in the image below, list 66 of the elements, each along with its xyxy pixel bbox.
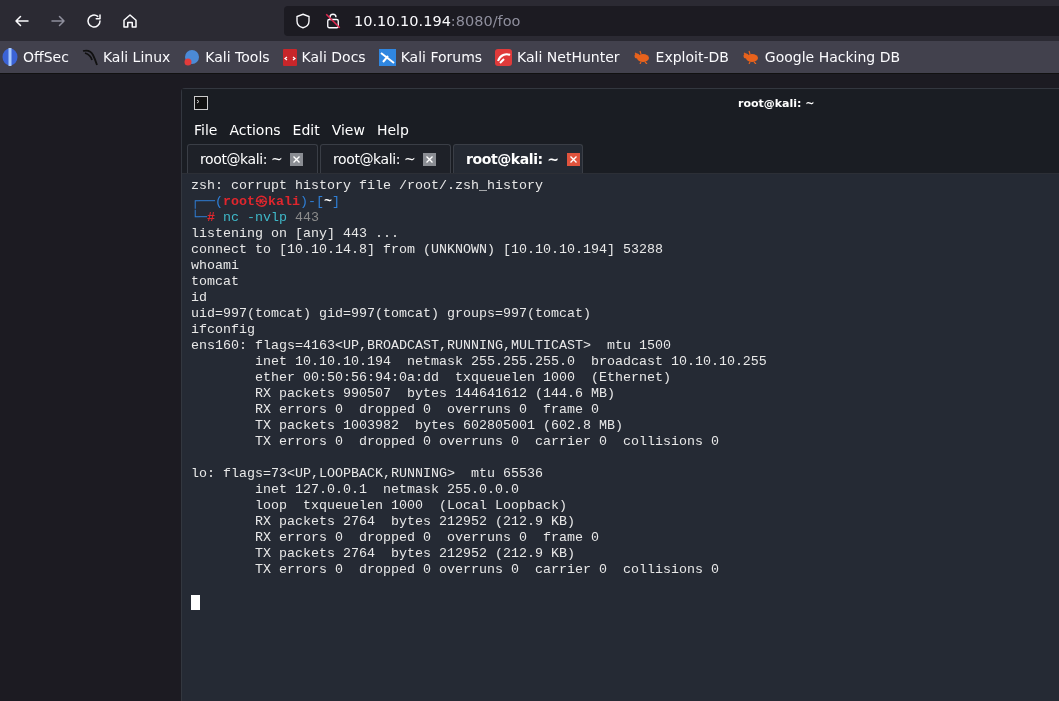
menu-item[interactable]: File [188, 122, 224, 138]
terminal-line: tomcat [191, 274, 240, 290]
close-icon [568, 154, 578, 164]
terminal-line: uid=997(tomcat) gid=997(tomcat) groups=997(tomcat) [191, 306, 592, 322]
terminal-line: ens160: flags=4163<UP,BROADCAST,RUNNING,MULTICAST> mtu 1500 [191, 338, 672, 354]
terminal-icon [194, 96, 208, 110]
bookmark-link[interactable]: Kali NetHunter [495, 48, 620, 66]
terminal-line: inet 127.0.0.1 netmask 255.0.0.0 [254, 482, 520, 498]
url-text: 10.10.10.194:8080/foo [354, 12, 521, 29]
terminal-tab[interactable]: root@kali: ~ [320, 144, 451, 173]
dragon-logo-icon [81, 48, 98, 66]
terminal-line: lo: flags=73<UP,LOOPBACK,RUNNING> mtu 65536 [191, 466, 544, 482]
terminal-line: RX errors 0 dropped 0 overruns 0 frame 0 [254, 402, 600, 418]
terminal-line: ifconfig [191, 322, 256, 338]
terminal-line: connect to [10.10.14.8] from (UNKNOWN) [10.10.10.194] 53288 [191, 242, 664, 258]
terminal-line: TX packets 2764 bytes 212952 (212.9 KB) [254, 546, 576, 562]
address-bar[interactable]: 10.10.10.194:8080/foo [284, 5, 1059, 36]
terminal-line: id [191, 290, 208, 306]
text-cursor [191, 595, 200, 610]
forums-logo-icon [378, 48, 396, 66]
terminal-line: TX packets 1003982 bytes 602805001 (602.8 MB) [254, 418, 624, 434]
terminal-line: loop txqueuelen 1000 (Local Loopback) [254, 498, 568, 514]
terminal-line: whoami [191, 258, 240, 274]
bookmark-link[interactable]: Kali Linux [81, 48, 171, 66]
nethunter-logo-icon [495, 48, 513, 66]
menu-item[interactable]: Actions [223, 122, 287, 138]
prompt-line: ┌──(root㉿kali)-[~] [191, 194, 341, 210]
tab-label: root@kali: ~ [466, 151, 559, 167]
terminal-line: inet 10.10.10.194 netmask 255.255.255.0 broadcast 10.10.10.255 [254, 354, 768, 370]
bug-icon [632, 50, 651, 64]
bookmark-link[interactable]: Exploit-DB [632, 49, 729, 65]
close-icon [425, 154, 435, 164]
offsec-logo-icon [2, 48, 18, 66]
home-icon [121, 11, 139, 30]
terminal-line: ether 00:50:56:94:0a:dd txqueuelen 1000 (Ethernet) [254, 370, 672, 386]
bookmark-link[interactable]: Kali Forums [378, 48, 483, 66]
menu-item[interactable]: Edit [286, 122, 326, 138]
terminal-tab[interactable]: root@kali: ~ [453, 144, 583, 173]
insecure-lock-icon [324, 11, 342, 30]
terminal-line: RX packets 2764 bytes 212952 (212.9 KB) [254, 514, 576, 530]
bookmark-link[interactable]: Kali Docs [282, 48, 366, 66]
terminal-line: TX errors 0 dropped 0 overruns 0 carrier 0 collisions 0 [254, 434, 720, 450]
tools-logo-icon [183, 48, 201, 66]
terminal-line: listening on [any] 443 ... [191, 226, 400, 242]
terminal-line: RX errors 0 dropped 0 overruns 0 frame 0 [254, 530, 600, 546]
bookmark-link[interactable]: Google Hacking DB [741, 49, 901, 65]
close-tab-button[interactable] [423, 152, 437, 166]
terminal-line: TX errors 0 dropped 0 overruns 0 carrier 0 collisions 0 [254, 562, 720, 578]
close-icon [292, 154, 302, 164]
window-title: root@kali: ~ [738, 96, 815, 110]
tab-label: root@kali: ~ [200, 151, 283, 167]
menu-item[interactable]: Help [370, 122, 415, 138]
reload-icon [85, 11, 103, 30]
terminal-tab[interactable]: root@kali: ~ [187, 144, 318, 173]
book-icon [282, 48, 297, 66]
terminal-line: RX packets 990507 bytes 144641612 (144.6 MB) [254, 386, 616, 402]
menu-item[interactable]: View [325, 122, 371, 138]
tab-label: root@kali: ~ [333, 151, 416, 167]
terminal-line: zsh: corrupt history file /root/.zsh_history [191, 178, 544, 194]
bookmark-link[interactable]: Kali Tools [183, 48, 270, 66]
prompt-line: └─# nc -nvlp 443 [191, 210, 320, 226]
bug-icon [741, 50, 760, 64]
close-tab-button[interactable] [566, 152, 580, 166]
shield-icon [294, 11, 312, 30]
close-tab-button[interactable] [290, 152, 304, 166]
bookmark-link[interactable]: OffSec [2, 48, 69, 66]
